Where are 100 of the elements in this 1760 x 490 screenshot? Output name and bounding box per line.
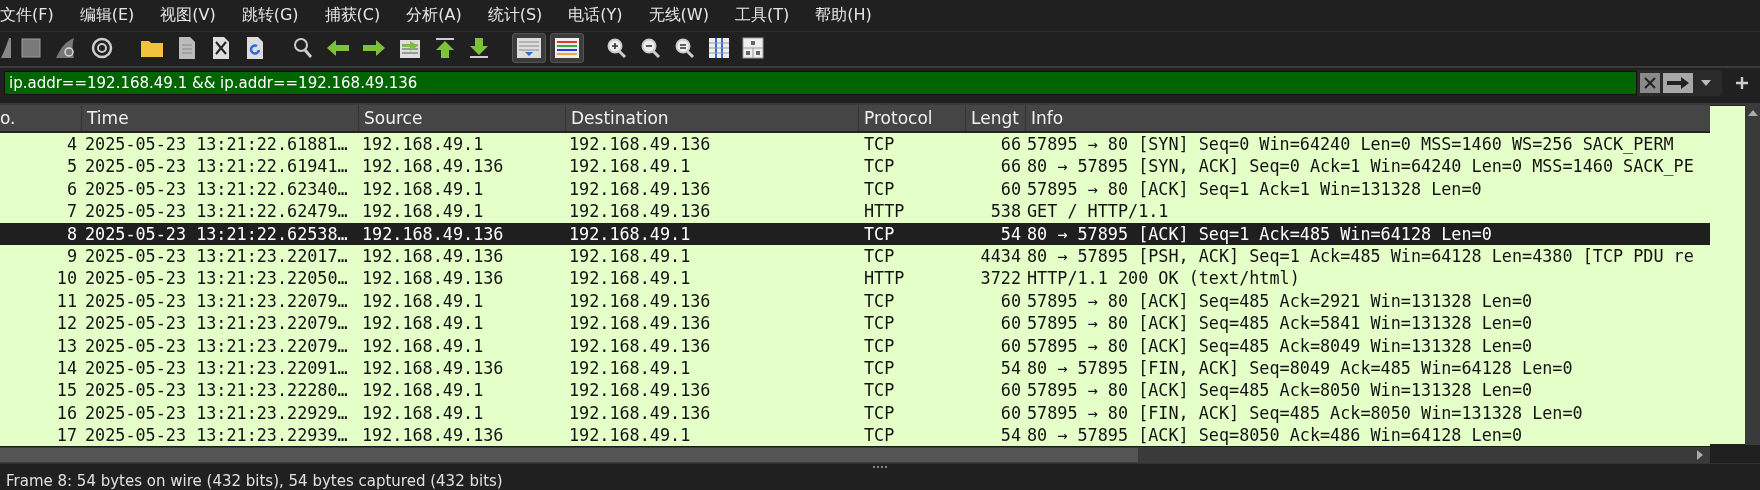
table-cell-text: 54 xyxy=(999,222,1022,245)
autoscroll-icon[interactable] xyxy=(512,33,546,63)
table-cell-text: 2025-05-23 13:21:23.22050… xyxy=(84,267,349,290)
table-cell-text: 2025-05-23 13:21:23.22079… xyxy=(84,289,349,313)
table-cell-text: 192.168.49.1 xyxy=(361,177,485,201)
scrollbar-thumb[interactable] xyxy=(0,448,1138,462)
table-cell-text: TCP xyxy=(863,155,896,178)
table-cell-text: 80 → 57895 [SYN, ACK] Seq=0 Ack=1 Win=64240 Len=0 MSS=1460 SACK_PE xyxy=(1026,155,1695,178)
status-text: Frame 8: 54 bytes on wire (432 bits), 54 bytes captured (432 bits) xyxy=(5,472,504,490)
table-cell-text: 16 xyxy=(55,401,78,425)
table-cell-text: 192.168.49.1 xyxy=(361,133,485,156)
table-cell-text: 192.168.49.1 xyxy=(568,155,692,178)
column-header[interactable]: Source xyxy=(358,105,565,131)
table-cell-text: TCP xyxy=(863,401,896,425)
apply-filter-button[interactable] xyxy=(1663,73,1693,93)
table-cell-text: 60 xyxy=(999,379,1022,402)
table-cell-text: 192.168.49.1 xyxy=(568,424,692,446)
menu-item[interactable]: 捕获(C) xyxy=(324,5,395,26)
table-cell-text: 60 xyxy=(999,312,1022,335)
table-cell-text: 54 xyxy=(999,356,1022,380)
table-cell-text: 2025-05-23 13:21:23.22079… xyxy=(84,334,349,357)
table-cell-text: 538 xyxy=(989,200,1022,223)
table-cell-text: 192.168.49.1 xyxy=(361,401,485,425)
table-cell-text: 80 → 57895 [ACK] Seq=8050 Ack=486 Win=64128 Len=0 xyxy=(1026,424,1524,446)
table-cell-text: 192.168.49.136 xyxy=(568,177,712,201)
table-cell-text: 57895 → 80 [SYN] Seq=0 Win=64240 Len=0 MSS=1460 WS=256 SACK_PERM xyxy=(1026,133,1675,156)
table-cell-text: 57895 → 80 [ACK] Seq=1 Ack=1 Win=131328 Len=0 xyxy=(1026,177,1483,201)
table-cell-text: 2025-05-23 13:21:22.62538… xyxy=(84,222,349,245)
display-filter-field[interactable]: ip.addr==192.168.49.1 && ip.addr==192.168.49.136 xyxy=(4,71,1637,95)
caret-icon[interactable] xyxy=(1701,80,1711,86)
table-cell-text: 57895 → 80 [ACK] Seq=485 Ack=8050 Win=131328 Len=0 xyxy=(1026,379,1534,402)
column-header[interactable]: Time xyxy=(81,105,358,131)
menu-item[interactable]: 文件(F) xyxy=(0,5,68,26)
table-cell-text: 60 xyxy=(999,177,1022,201)
table-cell-text: 66 xyxy=(999,133,1022,156)
menu-item[interactable]: 分析(A) xyxy=(406,5,476,26)
column-header[interactable]: Destination xyxy=(565,105,858,131)
table-cell-text: 192.168.49.1 xyxy=(361,312,485,335)
table-cell-text: 192.168.49.136 xyxy=(568,401,712,425)
table-cell-text: 192.168.49.136 xyxy=(568,334,712,357)
table-cell-text: 192.168.49.1 xyxy=(568,356,692,380)
table-cell-text: 192.168.49.136 xyxy=(361,267,505,290)
table-cell-text: 2025-05-23 13:21:23.22017… xyxy=(84,244,349,268)
table-cell-text: TCP xyxy=(863,379,896,402)
table-cell-text: 2025-05-23 13:21:23.22939… xyxy=(84,424,349,446)
table-cell-text: 2025-05-23 13:21:23.22280… xyxy=(84,379,349,402)
table-cell-text: 54 xyxy=(999,424,1022,446)
table-cell-text: 192.168.49.1 xyxy=(361,289,485,313)
table-cell-text: 15 xyxy=(55,379,78,402)
table-cell-text: 192.168.49.1 xyxy=(568,222,692,245)
menu-item[interactable]: 电话(Y) xyxy=(568,5,637,26)
table-cell-text: 57895 → 80 [ACK] Seq=485 Ack=2921 Win=131328 Len=0 xyxy=(1026,289,1534,313)
table-cell-text: TCP xyxy=(863,356,896,380)
table-cell-text: 5 xyxy=(65,155,78,178)
menu-item[interactable]: 帮助(H) xyxy=(815,5,886,26)
table-cell-text: 4434 xyxy=(979,244,1022,268)
table-cell-text: 14 xyxy=(55,356,78,380)
table-cell-text: HTTP xyxy=(863,267,906,290)
table-cell-text: 57895 → 80 [ACK] Seq=485 Ack=8049 Win=131328 Len=0 xyxy=(1026,334,1534,357)
table-cell-text: TCP xyxy=(863,334,896,357)
table-cell-text: 8 xyxy=(65,222,78,245)
table-cell-text: 17 xyxy=(55,424,78,446)
table-cell-text: 2025-05-23 13:21:23.22929… xyxy=(84,401,349,425)
table-cell-text: 192.168.49.1 xyxy=(568,267,692,290)
table-cell-text: TCP xyxy=(863,424,896,446)
table-cell-text: 60 xyxy=(999,289,1022,313)
splitter-handle-icon[interactable] xyxy=(873,466,887,470)
menu-item[interactable]: 工具(T) xyxy=(734,5,804,26)
table-cell-text: 192.168.49.1 xyxy=(568,244,692,268)
clear-filter-button[interactable] xyxy=(1640,73,1660,93)
table-cell-text: TCP xyxy=(863,289,896,313)
table-cell-text: 192.168.49.136 xyxy=(568,200,712,223)
table-cell-text: HTTP xyxy=(863,200,906,223)
table-cell-text: 57895 → 80 [ACK] Seq=485 Ack=5841 Win=131328 Len=0 xyxy=(1026,312,1534,335)
menu-item[interactable]: 跳转(G) xyxy=(241,5,313,26)
colorize-icon[interactable] xyxy=(550,33,584,63)
table-cell-text: TCP xyxy=(863,222,896,245)
table-cell-text: 6 xyxy=(65,177,78,201)
table-cell-text: 10 xyxy=(55,267,78,290)
table-cell-text: GET / HTTP/1.1 xyxy=(1026,200,1170,223)
column-header[interactable]: o. xyxy=(0,105,81,131)
table-cell-text: 192.168.49.136 xyxy=(361,155,505,178)
table-cell-text: 80 → 57895 [PSH, ACK] Seq=1 Ack=485 Win=64128 Len=4380 [TCP PDU re xyxy=(1026,244,1695,268)
column-header[interactable]: Lengt xyxy=(965,105,1025,131)
menu-item[interactable]: 统计(S) xyxy=(487,5,557,26)
column-header[interactable]: Protocol xyxy=(858,105,965,131)
menu-item[interactable]: 无线(W) xyxy=(648,5,723,26)
packet-row[interactable]: 8 2025-05-23 13:21:22.62538… 192.168.49.136 192.168.49.1 TCP 54 80 → 57895 [ACK] Seq=1 Ack=485 Win=64128 Len=0 xyxy=(0,222,1710,245)
table-cell-text: 3722 xyxy=(979,267,1022,290)
table-cell-text: TCP xyxy=(863,133,896,156)
table-cell-text: 80 → 57895 [ACK] Seq=1 Ack=485 Win=64128 Len=0 xyxy=(1026,222,1493,245)
table-cell-text: 192.168.49.136 xyxy=(568,133,712,156)
table-cell-text: 13 xyxy=(55,334,78,357)
horizontal-scrollbar[interactable] xyxy=(0,446,1710,463)
table-cell-text: 60 xyxy=(999,401,1022,425)
menu-item[interactable]: 编辑(E) xyxy=(79,5,149,26)
menu-item[interactable]: 视图(V) xyxy=(160,5,230,26)
vertical-scrollbar[interactable] xyxy=(1745,105,1760,445)
table-cell-text: 2025-05-23 13:21:22.61941… xyxy=(84,155,349,178)
table-cell-text: 2025-05-23 13:21:22.61881… xyxy=(84,133,349,156)
